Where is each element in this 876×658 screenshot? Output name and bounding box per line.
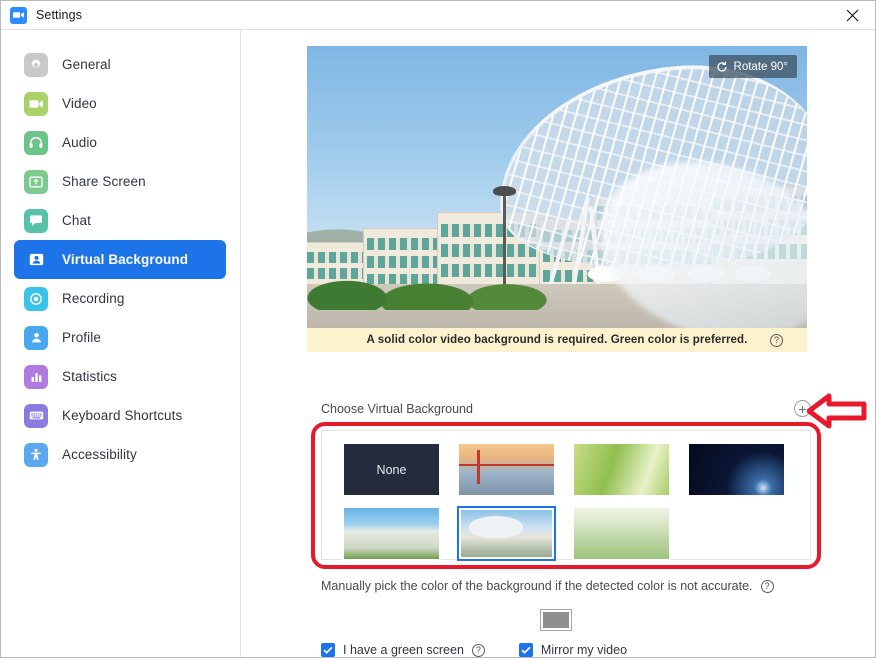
headphones-icon	[24, 130, 48, 155]
thumbnail-row	[342, 506, 810, 561]
sidebar-item-label: Keyboard Shortcuts	[62, 408, 183, 423]
gear-icon	[24, 52, 48, 77]
sidebar-item-share-screen[interactable]: Share Screen	[14, 162, 226, 201]
sidebar-item-label: Accessibility	[62, 447, 137, 462]
sidebar-item-statistics[interactable]: Statistics	[14, 357, 226, 396]
settings-window: Settings General Video Audio Share Scree…	[0, 0, 876, 658]
rotate-button-label: Rotate 90°	[733, 60, 788, 73]
notice-text: A solid color video background is requir…	[366, 334, 748, 346]
sidebar-item-audio[interactable]: Audio	[14, 123, 226, 162]
check-icon	[521, 646, 531, 654]
background-thumb-grass[interactable]	[572, 442, 671, 497]
title-bar: Settings	[1, 1, 875, 30]
manual-color-text: Manually pick the color of the backgroun…	[321, 579, 753, 593]
close-icon	[846, 9, 858, 21]
video-preview-image: Rotate 90°	[307, 46, 807, 328]
mirror-video-label: Mirror my video	[540, 643, 628, 657]
thumb-art	[459, 444, 554, 495]
question-mark-icon[interactable]: ?	[760, 579, 774, 593]
thumb-none-label: None	[344, 444, 439, 495]
sidebar-item-accessibility[interactable]: Accessibility	[14, 435, 226, 474]
thumb-art	[461, 510, 552, 557]
green-screen-option: I have a green screen ?	[321, 643, 485, 657]
plus-circle-icon[interactable]: +	[794, 400, 811, 417]
lamp-head	[493, 186, 516, 196]
sidebar-item-label: Audio	[62, 135, 98, 150]
background-thumb-campus-1[interactable]	[342, 506, 441, 561]
sidebar-item-label: Recording	[62, 291, 125, 306]
virtual-background-panel: Rotate 90° A solid color video backgroun…	[241, 30, 875, 657]
sidebar-item-label: General	[62, 57, 111, 72]
thumb-art	[574, 508, 669, 559]
green-screen-label: I have a green screen	[343, 643, 464, 657]
foreground-shrubs	[307, 258, 557, 310]
share-screen-icon	[24, 169, 48, 194]
rotate-ccw-icon	[716, 61, 727, 72]
green-screen-checkbox[interactable]	[321, 643, 335, 657]
choose-background-row: Choose Virtual Background +	[321, 400, 811, 417]
close-button[interactable]	[829, 1, 875, 29]
background-thumb-bridge[interactable]	[457, 442, 556, 497]
sidebar-item-label: Video	[62, 96, 97, 111]
options-row: I have a green screen ? Mirror my video	[321, 643, 627, 657]
thumb-art	[689, 444, 784, 495]
sidebar-item-general[interactable]: General	[14, 45, 226, 84]
question-mark-icon[interactable]: ?	[471, 643, 485, 657]
check-icon	[323, 646, 333, 654]
sidebar-item-label: Profile	[62, 330, 101, 345]
window-title: Settings	[36, 8, 82, 22]
record-circle-icon	[24, 286, 48, 311]
mirror-video-checkbox[interactable]	[518, 643, 533, 657]
accessibility-icon	[24, 442, 48, 467]
settings-sidebar: General Video Audio Share Screen Chat Vi…	[1, 30, 241, 657]
sidebar-item-label: Share Screen	[62, 174, 146, 189]
sidebar-item-keyboard-shortcuts[interactable]: Keyboard Shortcuts	[14, 396, 226, 435]
sidebar-item-chat[interactable]: Chat	[14, 201, 226, 240]
person-card-icon	[24, 248, 48, 272]
keyboard-icon	[24, 403, 48, 428]
sidebar-item-label: Chat	[62, 213, 91, 228]
annotation-arrow-left	[807, 393, 867, 429]
sidebar-item-label: Statistics	[62, 369, 118, 384]
thumbnail-row: None	[342, 442, 810, 497]
bar-chart-icon	[24, 364, 48, 389]
zoom-video-icon	[10, 6, 27, 24]
sidebar-item-virtual-background[interactable]: Virtual Background	[14, 240, 226, 279]
mirror-video-option: Mirror my video	[518, 643, 628, 657]
thumb-art	[574, 444, 669, 495]
manual-color-row: Manually pick the color of the backgroun…	[321, 579, 821, 593]
background-thumb-space[interactable]	[687, 442, 786, 497]
thumb-art	[344, 508, 439, 559]
choose-background-label: Choose Virtual Background	[321, 401, 473, 416]
video-preview-area: Rotate 90° A solid color video backgroun…	[307, 46, 807, 352]
question-mark-icon[interactable]: ?	[770, 333, 783, 347]
background-thumb-campus-3[interactable]	[572, 506, 671, 561]
window-band	[367, 238, 441, 250]
background-thumb-none[interactable]: None	[342, 442, 441, 497]
color-swatch-wrap	[541, 610, 571, 630]
sidebar-item-video[interactable]: Video	[14, 84, 226, 123]
sidebar-item-recording[interactable]: Recording	[14, 279, 226, 318]
background-thumb-campus-2-selected[interactable]	[457, 506, 556, 561]
background-thumbnail-grid: None	[321, 430, 811, 561]
sidebar-item-label: Virtual Background	[62, 252, 189, 267]
rotate-90-button[interactable]: Rotate 90°	[708, 55, 797, 78]
sidebar-item-profile[interactable]: Profile	[14, 318, 226, 357]
person-icon	[24, 325, 48, 350]
green-screen-notice: A solid color video background is requir…	[307, 328, 807, 352]
chat-bubble-icon	[24, 208, 48, 233]
video-camera-icon	[24, 91, 48, 116]
background-color-swatch[interactable]	[541, 610, 571, 630]
